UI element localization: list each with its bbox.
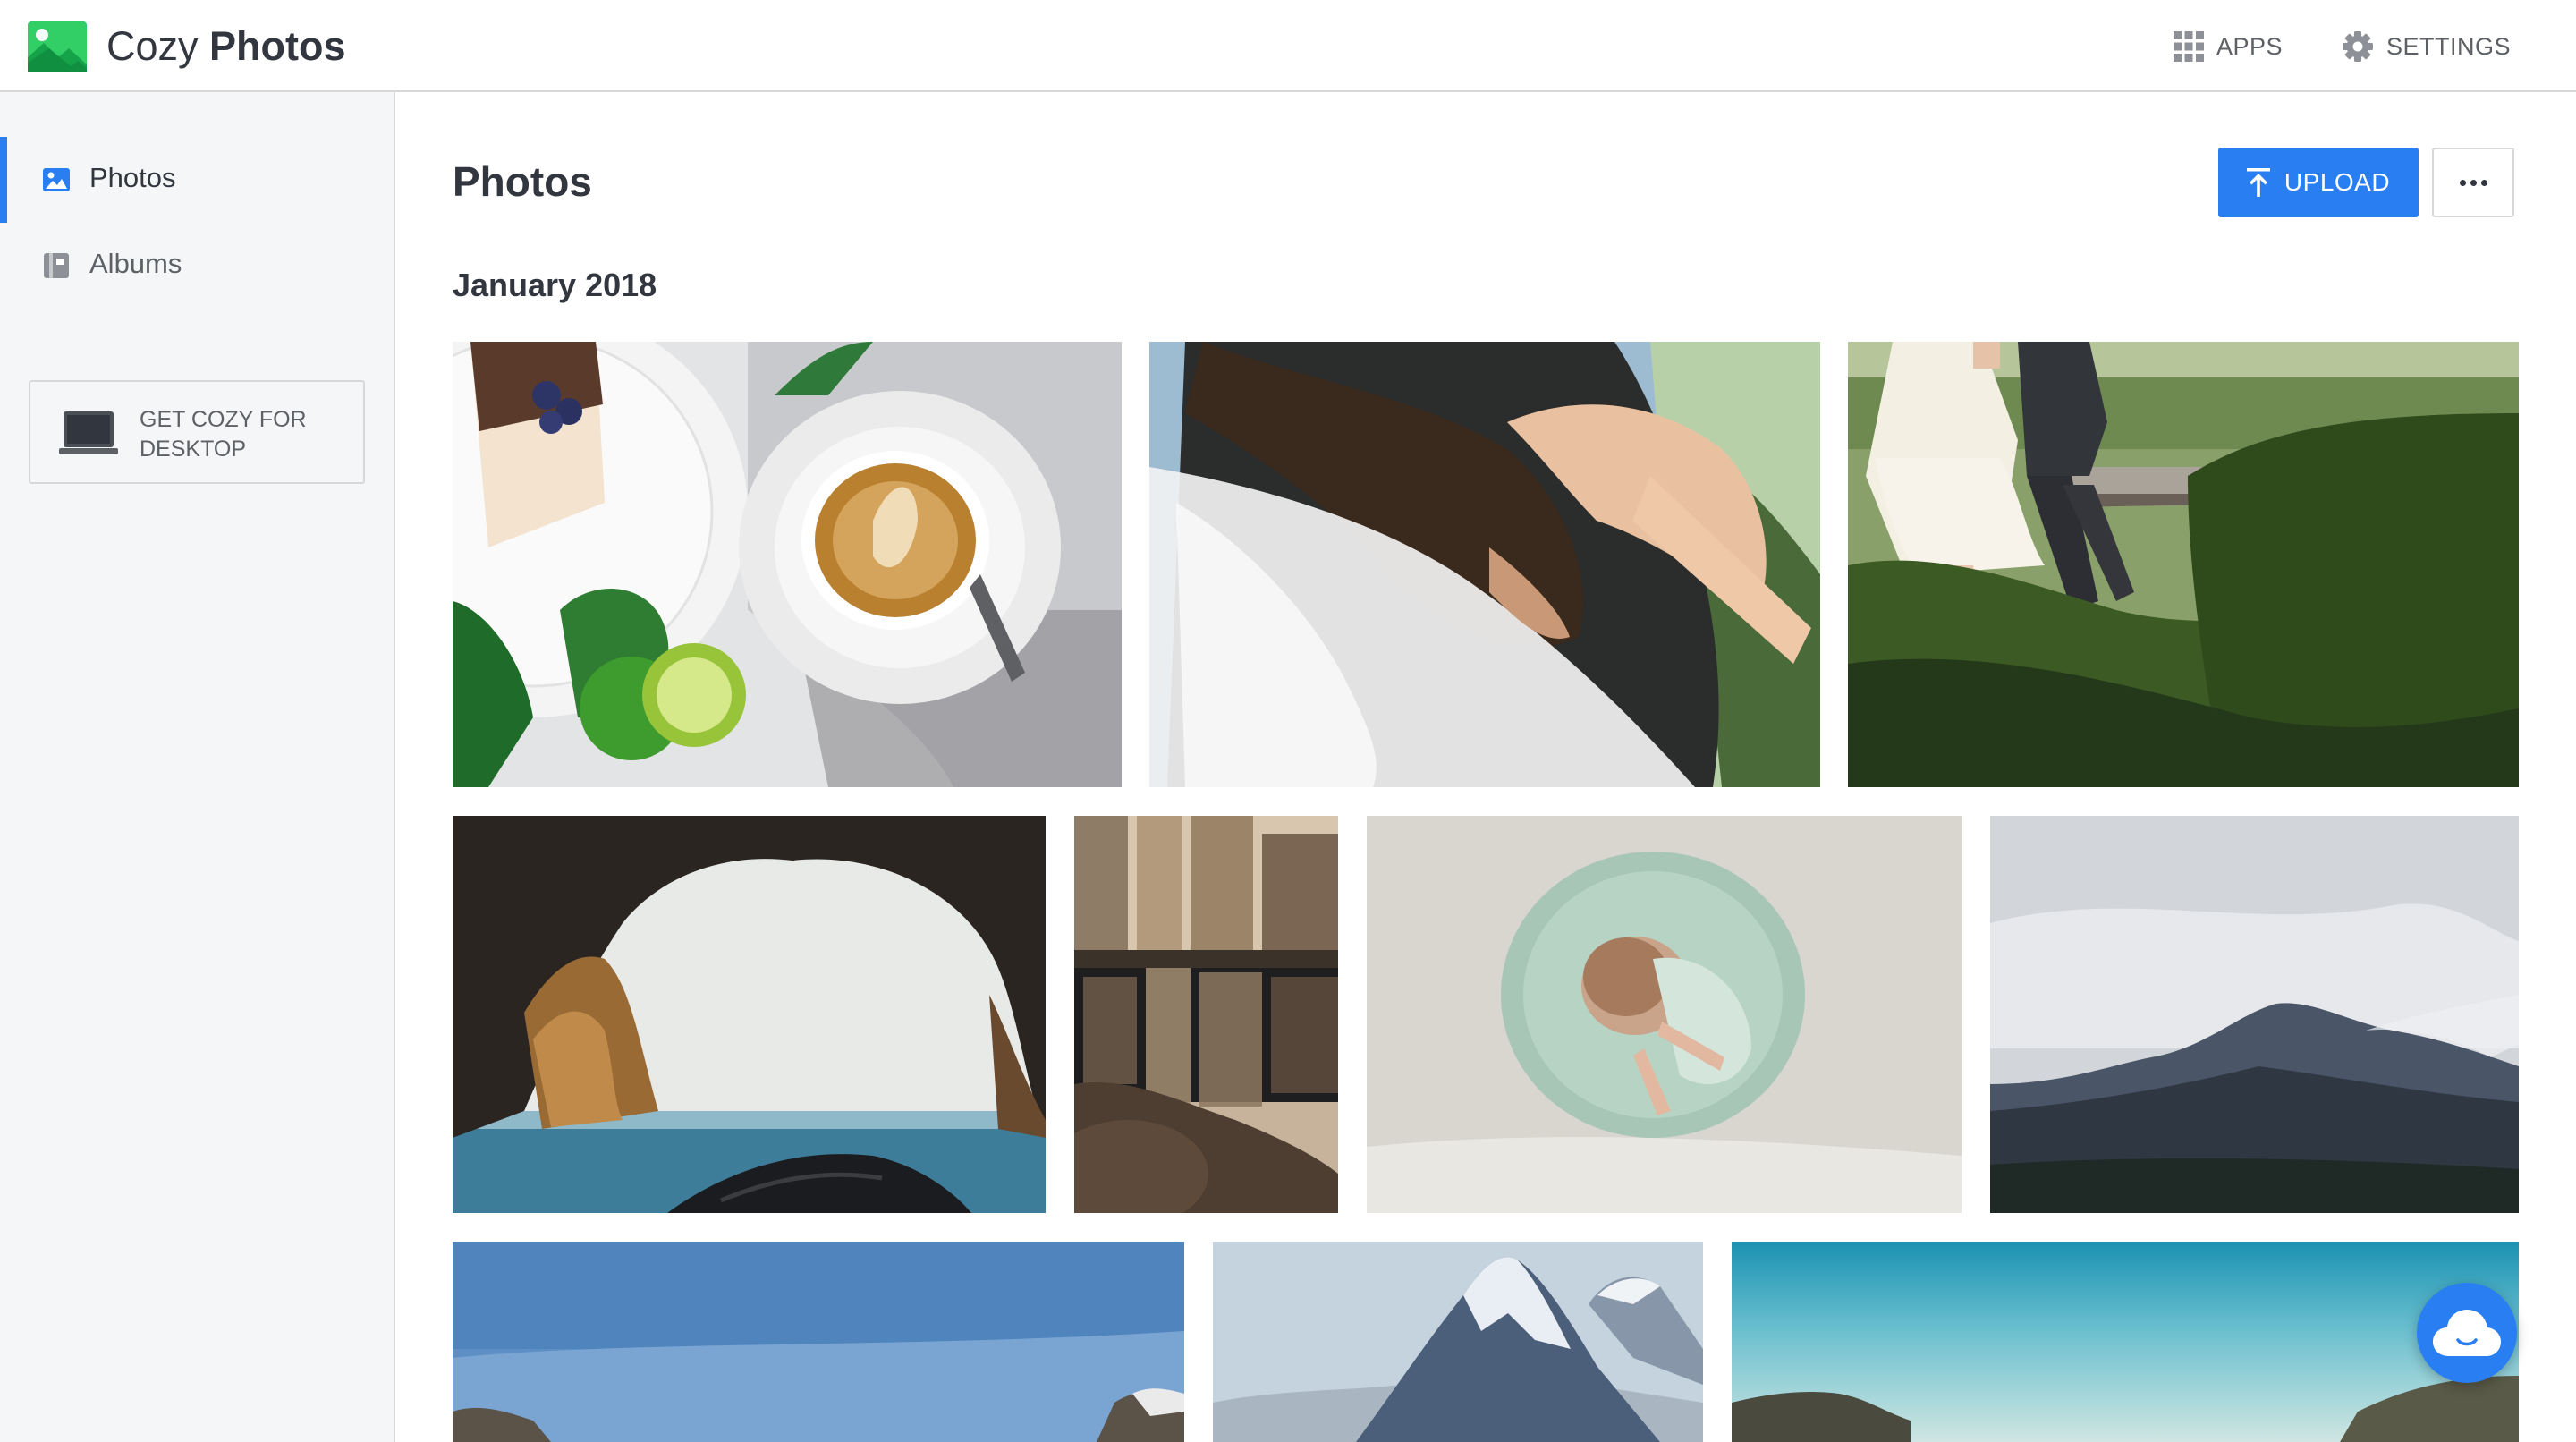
sidebar-item-albums[interactable]: Albums	[0, 223, 394, 309]
settings-label: SETTINGS	[2386, 32, 2512, 60]
photo-thumbnail[interactable]	[1732, 1242, 2519, 1442]
settings-button[interactable]: SETTINGS	[2342, 27, 2511, 66]
grid-icon	[2174, 31, 2204, 62]
apps-button[interactable]: APPS	[2174, 27, 2283, 66]
upload-label: UPLOAD	[2284, 168, 2391, 196]
app-title: Cozy Photos	[106, 23, 346, 70]
photo-thumbnail[interactable]	[1213, 1242, 1703, 1442]
desktop-promo-label: GET COZY FOR DESKTOP	[140, 407, 307, 462]
apps-label: APPS	[2216, 32, 2284, 60]
photo-icon	[43, 168, 70, 191]
upload-icon	[2246, 168, 2270, 197]
photo-thumbnail[interactable]	[1149, 342, 1820, 787]
laptop-icon	[59, 411, 118, 454]
more-options-button[interactable]	[2432, 148, 2514, 217]
sidebar-item-photos[interactable]: Photos	[0, 137, 394, 223]
photos-app-logo-icon	[28, 21, 87, 72]
more-icon	[2457, 174, 2489, 191]
photo-thumbnail[interactable]	[1367, 816, 1962, 1213]
section-date-title: January 2018	[453, 267, 657, 303]
photo-thumbnail[interactable]	[453, 816, 1046, 1213]
photo-thumbnail[interactable]	[1074, 816, 1338, 1213]
sidebar: Photos Albums GET COZY FOR DESKTOP	[0, 92, 395, 1442]
photo-thumbnail[interactable]	[1848, 342, 2519, 787]
page-title: Photos	[453, 158, 592, 205]
cozy-cloud-icon	[2433, 1310, 2501, 1356]
album-icon	[44, 253, 69, 278]
sidebar-item-label: Albums	[89, 248, 182, 279]
top-bar: Cozy Photos APPS SETTINGS	[0, 0, 2576, 92]
app-title-bold: Photos	[209, 23, 346, 69]
sidebar-item-label: Photos	[89, 162, 176, 193]
get-cozy-desktop-button[interactable]: GET COZY FOR DESKTOP	[29, 380, 365, 484]
gear-icon	[2343, 31, 2373, 62]
photo-thumbnail[interactable]	[1990, 816, 2519, 1213]
upload-button[interactable]: UPLOAD	[2218, 148, 2419, 217]
app-title-light: Cozy	[106, 23, 199, 69]
cozy-cloud-button[interactable]	[2417, 1283, 2517, 1383]
photo-thumbnail[interactable]	[453, 342, 1122, 787]
active-indicator	[0, 137, 7, 223]
photo-thumbnail[interactable]	[453, 1242, 1184, 1442]
app-brand[interactable]: Cozy Photos	[28, 21, 346, 72]
